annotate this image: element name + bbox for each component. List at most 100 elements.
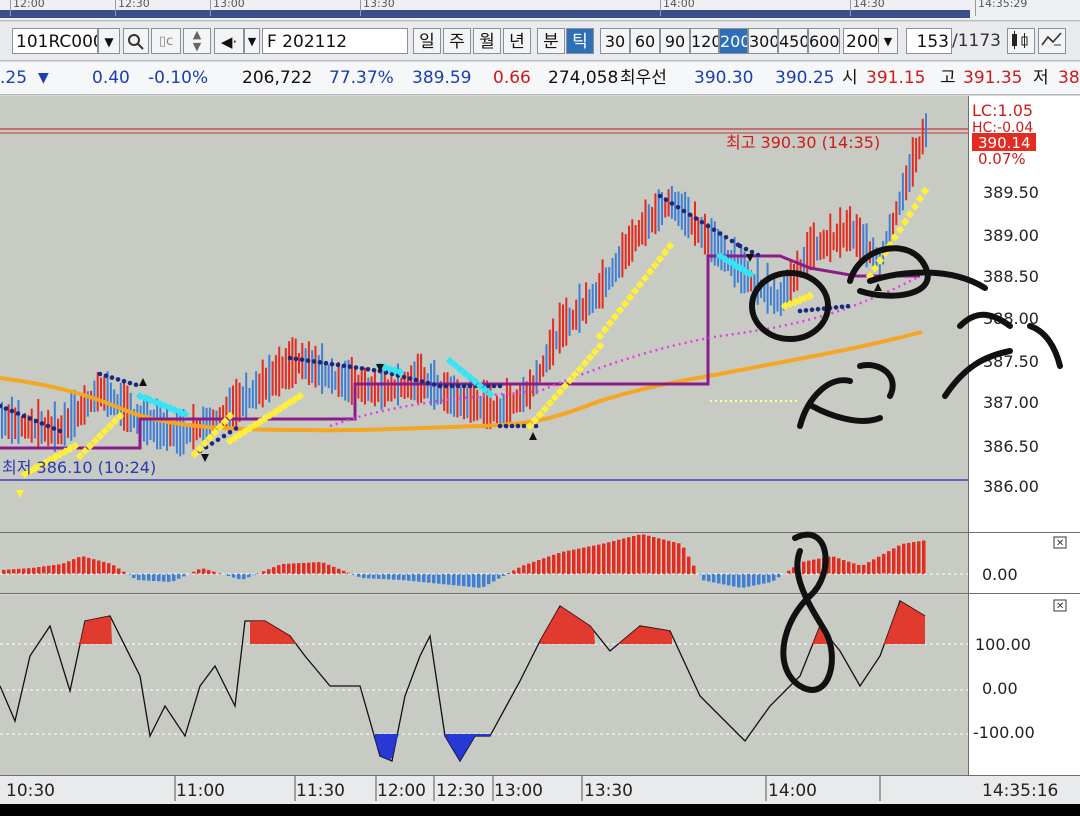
- top-time-tick: 12:30: [115, 0, 150, 16]
- macd-bar: [292, 563, 296, 574]
- cci-close-glyph: ✕: [1056, 601, 1064, 612]
- macd-bar: [142, 574, 146, 581]
- sar-dot: [443, 383, 449, 389]
- sar-dot: [675, 204, 681, 210]
- y-tick-label: 389.00: [983, 226, 1039, 245]
- macd-bar: [582, 547, 586, 574]
- indicator-icon[interactable]: [1038, 28, 1066, 54]
- code-link-icon[interactable]: ▯c: [151, 28, 181, 54]
- sar-dot: [669, 201, 675, 206]
- macd-bar: [917, 541, 921, 574]
- macd-bar: [62, 563, 66, 574]
- top-time-scrollbar[interactable]: 12:00 12:30 13:00 13:30 14:00 14:30 14:3…: [0, 0, 1080, 21]
- macd-bar: [237, 574, 241, 580]
- sar-dot: [699, 219, 705, 225]
- macd-bar: [642, 534, 646, 574]
- macd-bar: [2, 569, 6, 574]
- period-year-button[interactable]: 년: [503, 28, 531, 54]
- macd-bar: [752, 574, 756, 586]
- macd-bar: [412, 574, 416, 582]
- sar-dot: [521, 423, 527, 429]
- macd-bar: [862, 564, 866, 574]
- macd-bar: [527, 563, 531, 574]
- macd-close-glyph: ✕: [1056, 538, 1064, 549]
- macd-bar: [742, 574, 746, 588]
- speaker-icon[interactable]: ◀·: [214, 28, 244, 54]
- count-input[interactable]: 200: [843, 28, 879, 54]
- open-value: 391.15: [866, 68, 926, 88]
- price-chart-canvas[interactable]: LC:1.05 HC:-0.04 390.14 0.07% 389.50 389…: [0, 96, 1080, 816]
- sar-dot: [717, 231, 723, 236]
- tick-450-button[interactable]: 450: [778, 28, 808, 54]
- sar-dot: [491, 383, 497, 389]
- macd-bar: [667, 540, 671, 574]
- tick-120-button[interactable]: 120: [690, 28, 719, 54]
- x-tick-label: 11:00: [176, 781, 225, 801]
- macd-bar: [17, 568, 21, 574]
- speaker-dropdown-icon[interactable]: ▼: [244, 28, 260, 54]
- macd-bar: [362, 574, 366, 579]
- sar-dot: [293, 356, 299, 362]
- macd-bar: [537, 560, 541, 574]
- macd-bar: [602, 543, 606, 574]
- macd-bar: [867, 562, 871, 574]
- symbol-input[interactable]: 101RC000: [12, 28, 98, 54]
- macd-bar: [627, 537, 631, 574]
- spin-updown-icon[interactable]: ▲ ▼: [183, 28, 211, 54]
- macd-bar: [477, 574, 481, 588]
- count-dropdown-icon[interactable]: ▼: [878, 28, 898, 54]
- macd-bar: [722, 574, 726, 585]
- sar-dot: [27, 416, 33, 421]
- macd-bar: [407, 574, 411, 581]
- sar-dot: [221, 433, 227, 439]
- macd-bar: [497, 574, 501, 579]
- contract-input[interactable]: F 202112: [262, 28, 408, 54]
- period-tick-button[interactable]: 틱: [566, 28, 594, 54]
- candle-type-icon[interactable]: [1007, 28, 1035, 54]
- macd-bar: [677, 543, 681, 574]
- macd-bar: [432, 574, 436, 584]
- sar-dot: [335, 362, 341, 368]
- top-time-tick: 14:00: [660, 0, 695, 16]
- macd-bar: [117, 568, 121, 574]
- macd-bar: [202, 568, 206, 574]
- sar-dot: [353, 365, 359, 370]
- sar-dot: [341, 363, 347, 369]
- tick-300-button[interactable]: 300: [748, 28, 778, 54]
- tick-600-button[interactable]: 600: [808, 28, 840, 54]
- macd-bar: [542, 558, 546, 574]
- macd-bar: [82, 556, 86, 574]
- sar-dot: [681, 208, 687, 214]
- tick-90-button[interactable]: 90: [660, 28, 690, 54]
- macd-bar: [372, 574, 376, 579]
- macd-bar: [572, 549, 576, 574]
- sar-dot: [133, 382, 139, 388]
- search-icon[interactable]: [123, 28, 149, 54]
- macd-bar: [152, 574, 156, 581]
- macd-bar: [447, 574, 451, 585]
- cci-tick-label: 100.00: [975, 635, 1031, 654]
- open-label: 시: [842, 68, 858, 88]
- macd-bar: [737, 574, 741, 588]
- period-month-button[interactable]: 월: [473, 28, 501, 54]
- macd-bar: [652, 537, 656, 574]
- current-time-label: 14:35:16: [982, 781, 1058, 801]
- macd-bar: [437, 574, 441, 584]
- sar-dot: [437, 383, 443, 389]
- position-input[interactable]: 153: [906, 28, 952, 54]
- macd-bar: [327, 564, 331, 574]
- macd-bar: [177, 574, 181, 579]
- macd-bar: [72, 559, 76, 574]
- macd-bar: [382, 574, 386, 580]
- tick-60-button[interactable]: 60: [630, 28, 660, 54]
- period-minute-button[interactable]: 분: [537, 28, 565, 54]
- macd-bar: [912, 542, 916, 574]
- symbol-dropdown-icon[interactable]: ▼: [98, 28, 120, 54]
- macd-bar: [777, 574, 781, 578]
- tick-200-button[interactable]: 200: [719, 28, 748, 54]
- tick-30-button[interactable]: 30: [600, 28, 630, 54]
- macd-bar: [357, 574, 361, 577]
- sar-dot: [215, 437, 221, 443]
- period-day-button[interactable]: 일: [413, 28, 441, 54]
- period-week-button[interactable]: 주: [443, 28, 471, 54]
